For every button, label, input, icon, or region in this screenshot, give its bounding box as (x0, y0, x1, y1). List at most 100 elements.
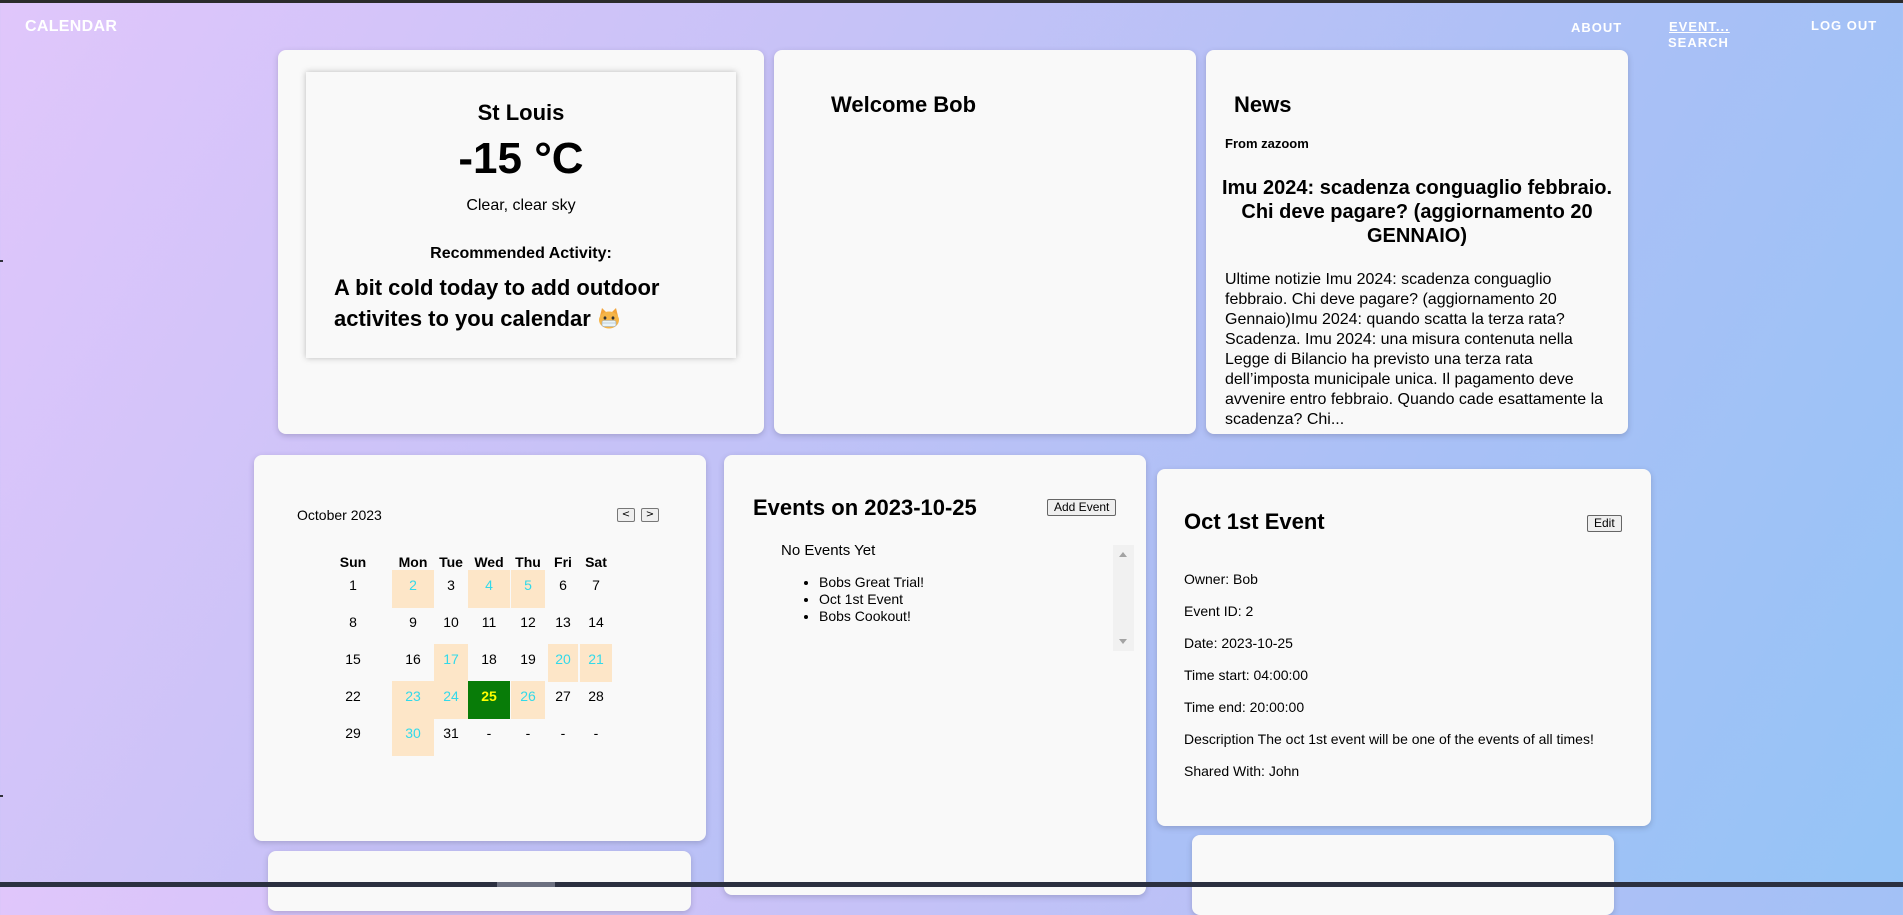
calendar-day-number: 19 (520, 651, 536, 667)
calendar-day-number: 2 (409, 577, 417, 593)
nav-event-link[interactable]: EVENT... (1669, 19, 1730, 34)
calendar-day-number: 31 (443, 725, 459, 741)
calendar-day-number: 9 (409, 614, 417, 630)
calendar-day-number: 16 (405, 651, 421, 667)
news-card: News From zazoom Imu 2024: scadenza cong… (1206, 50, 1628, 434)
weekday-header: Sat (585, 554, 607, 570)
event-time-end: Time end: 20:00:00 (1184, 699, 1305, 715)
calendar-day-cell[interactable]: 26 (511, 681, 545, 719)
scroll-down-arrow-icon[interactable] (1119, 639, 1127, 644)
events-list: Bobs Great Trial! Oct 1st Event Bobs Coo… (781, 574, 924, 625)
calendar-day-number: 21 (588, 651, 604, 667)
partial-card (268, 851, 691, 911)
calendar-day-number: 24 (443, 688, 459, 704)
calendar-day-cell[interactable]: 15 (336, 644, 370, 682)
calendar-day-cell[interactable]: 25 (468, 681, 510, 719)
calendar-day-cell[interactable]: 27 (548, 681, 578, 719)
horizontal-scrollbar[interactable] (0, 882, 1903, 887)
weather-description: Clear, clear sky (466, 197, 576, 214)
calendar-day-number: 12 (520, 614, 536, 630)
logout-link[interactable]: LOG OUT (1811, 18, 1877, 33)
events-title: Events on 2023-10-25 (753, 495, 977, 520)
calendar-prev-button[interactable]: < (617, 508, 635, 522)
nav-search-link[interactable]: SEARCH (1668, 35, 1729, 50)
calendar-day-cell[interactable]: 8 (336, 607, 370, 645)
calendar-day-number: 1 (349, 577, 357, 593)
calendar-day-cell[interactable]: 10 (434, 607, 468, 645)
calendar-day-cell[interactable]: 1 (336, 570, 370, 608)
calendar-day-number: - (593, 725, 599, 741)
calendar-day-cell[interactable]: 9 (392, 607, 434, 645)
events-card: Events on 2023-10-25 Add Event No Events… (724, 455, 1146, 895)
calendar-day-number: 3 (447, 577, 455, 593)
event-detail-card: Oct 1st Event Edit Owner: Bob Event ID: … (1157, 469, 1651, 826)
calendar-day-cell[interactable]: 5 (511, 570, 545, 608)
calendar-day-cell: - (548, 718, 578, 756)
calendar-day-number: 20 (555, 651, 571, 667)
calendar-day-cell[interactable]: 28 (580, 681, 612, 719)
scroll-up-arrow-icon[interactable] (1119, 552, 1127, 557)
calendar-day-cell[interactable]: 22 (336, 681, 370, 719)
calendar-day-cell[interactable]: 3 (434, 570, 468, 608)
window-top-border (0, 0, 1903, 3)
calendar-day-cell[interactable]: 23 (392, 681, 434, 719)
calendar-day-cell[interactable]: 4 (468, 570, 510, 608)
calendar-day-cell[interactable]: 14 (580, 607, 612, 645)
partial-card (1192, 835, 1614, 915)
edge-marker (0, 795, 3, 797)
events-empty-text: No Events Yet (781, 542, 876, 559)
events-list-box[interactable]: No Events Yet Bobs Great Trial! Oct 1st … (781, 542, 1134, 651)
calendar-day-cell[interactable]: 24 (434, 681, 468, 719)
weekday-header: Wed (474, 554, 504, 570)
brand-link[interactable]: CALENDAR (25, 18, 117, 36)
recommended-activity-label: Recommended Activity: (430, 245, 612, 262)
welcome-card: Welcome Bob (774, 50, 1196, 434)
calendar-day-number: - (525, 725, 531, 741)
event-id: Event ID: 2 (1184, 603, 1254, 619)
calendar-day-cell[interactable]: 6 (548, 570, 578, 608)
calendar-day-cell[interactable]: 29 (336, 718, 370, 756)
calendar-day-cell[interactable]: 31 (434, 718, 468, 756)
add-event-button[interactable]: Add Event (1047, 499, 1117, 516)
calendar-day-cell[interactable]: 17 (434, 644, 468, 682)
scrollbar-thumb[interactable] (497, 882, 555, 887)
calendar-day-cell[interactable]: 2 (392, 570, 434, 608)
nav-about-link[interactable]: ABOUT (1571, 20, 1622, 35)
event-description: Description The oct 1st event will be on… (1184, 731, 1594, 747)
news-title: News (1234, 92, 1292, 117)
weather-temperature: -15 °C (458, 134, 584, 183)
calendar-day-cell[interactable]: 13 (548, 607, 578, 645)
weather-card: St Louis -15 °C Clear, clear sky Recomme… (278, 50, 764, 434)
calendar-day-cell[interactable]: 16 (392, 644, 434, 682)
event-list-item[interactable]: Bobs Cookout! (819, 608, 924, 625)
calendar-day-number: 5 (524, 577, 532, 593)
calendar-day-number: 26 (520, 688, 536, 704)
calendar-day-number: 10 (443, 614, 459, 630)
event-time-start: Time start: 04:00:00 (1184, 667, 1308, 683)
calendar-day-number: 15 (345, 651, 361, 667)
calendar-day-cell[interactable]: 7 (580, 570, 612, 608)
calendar-day-cell[interactable]: 19 (511, 644, 545, 682)
event-list-item[interactable]: Bobs Great Trial! (819, 574, 924, 591)
event-list-item[interactable]: Oct 1st Event (819, 591, 924, 608)
calendar-day-number: 17 (443, 651, 459, 667)
calendar-day-number: - (486, 725, 492, 741)
calendar-day-cell: - (468, 718, 510, 756)
edit-event-button[interactable]: Edit (1587, 515, 1622, 532)
calendar-day-cell[interactable]: 30 (392, 718, 434, 756)
news-body: Ultime notizie Imu 2024: scadenza congua… (1225, 271, 1604, 428)
calendar-day-cell[interactable]: 20 (548, 644, 578, 682)
calendar-next-button[interactable]: > (641, 508, 659, 522)
calendar-day-number: 8 (349, 614, 357, 630)
calendar-day-cell[interactable]: 12 (511, 607, 545, 645)
weekday-header: Sun (339, 554, 367, 570)
calendar-day-cell[interactable]: 11 (468, 607, 510, 645)
calendar-day-cell[interactable]: 21 (580, 644, 612, 682)
events-scrollbar[interactable] (1113, 545, 1134, 651)
calendar-day-cell[interactable]: 18 (468, 644, 510, 682)
weather-panel: St Louis -15 °C Clear, clear sky Recomme… (306, 72, 736, 358)
calendar-day-number: 7 (592, 577, 600, 593)
event-date: Date: 2023-10-25 (1184, 635, 1293, 651)
news-headline[interactable]: Imu 2024: scadenza conguaglio febbraio. … (1212, 176, 1622, 248)
calendar-day-cell: - (580, 718, 612, 756)
